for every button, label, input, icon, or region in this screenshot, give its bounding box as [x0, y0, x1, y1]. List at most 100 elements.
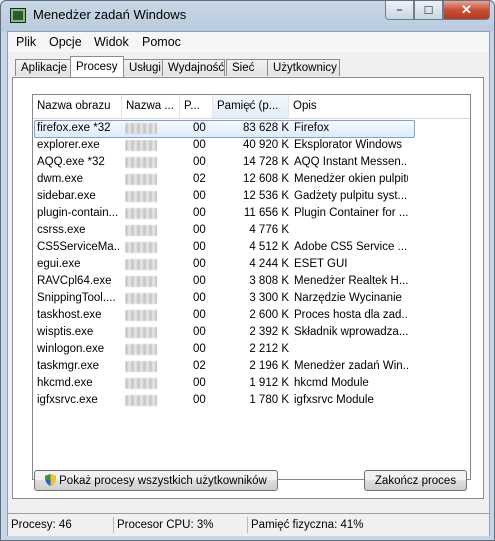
- menu-bar: Plik Opcje Widok Pomoc: [8, 32, 489, 52]
- process-memory: 2 600 K: [249, 309, 289, 321]
- column-cpu[interactable]: P...: [180, 95, 213, 118]
- process-row[interactable]: taskhost.exe 00 2 600 K Proces hosta dla za…: [33, 307, 470, 324]
- column-description[interactable]: Opis: [289, 95, 470, 118]
- process-user: [125, 189, 157, 204]
- process-memory: 1 912 K: [249, 377, 289, 389]
- redacted-user-blur: [125, 174, 157, 185]
- process-description: Proces hosta dla zad...: [294, 309, 408, 321]
- process-memory: 14 728 K: [242, 156, 289, 168]
- process-user: [125, 257, 157, 272]
- process-description: Adobe CS5 Service ...: [294, 241, 408, 253]
- status-processes: Procesy: 46: [8, 517, 114, 533]
- process-memory: 12 536 K: [242, 190, 289, 202]
- redacted-user-blur: [125, 378, 157, 389]
- process-user: [125, 342, 157, 357]
- process-row[interactable]: igfxsrvc.exe 00 1 780 K igfxsrvc Module: [33, 392, 470, 409]
- process-cpu: 00: [193, 241, 206, 253]
- process-list[interactable]: Nazwa obrazu Nazwa ... P... ▼ Pamięć (p.…: [32, 94, 471, 480]
- process-name: winlogon.exe: [37, 343, 105, 355]
- process-row[interactable]: RAVCpl64.exe 00 3 808 K Menedżer Realtek H.…: [33, 273, 470, 290]
- process-user: [125, 325, 157, 340]
- menu-view[interactable]: Widok: [94, 35, 129, 49]
- minimize-icon: ⎯: [396, 3, 403, 16]
- process-row[interactable]: wisptis.exe 00 2 392 K Składnik wprowadza..…: [33, 324, 470, 341]
- process-cpu: 00: [193, 326, 206, 338]
- process-row[interactable]: firefox.exe *32 00 83 628 K Firefox: [33, 120, 470, 138]
- process-cpu: 00: [193, 258, 206, 270]
- process-row[interactable]: taskmgr.exe 02 2 196 K Menedżer zadań Win..…: [33, 358, 470, 375]
- process-row[interactable]: explorer.exe 00 40 920 K Eksplorator Window…: [33, 137, 470, 154]
- list-header: Nazwa obrazu Nazwa ... P... ▼ Pamięć (p.…: [33, 95, 470, 119]
- process-cpu: 00: [193, 343, 206, 355]
- process-cpu: 00: [193, 156, 206, 168]
- tab-services[interactable]: Usługi: [123, 59, 163, 76]
- process-name: firefox.exe *32: [37, 122, 111, 134]
- client-area: Plik Opcje Widok Pomoc Aplikacje Procesy…: [7, 31, 490, 536]
- redacted-user-blur: [125, 344, 157, 355]
- process-cpu: 00: [193, 207, 206, 219]
- process-row[interactable]: hkcmd.exe 00 1 912 K hkcmd Module: [33, 375, 470, 392]
- process-row[interactable]: CS5ServiceMa... 00 4 512 K Adobe CS5 Servic…: [33, 239, 470, 256]
- process-row[interactable]: SnippingTool.... 00 3 300 K Narzędzie Wycin…: [33, 290, 470, 307]
- process-name: AQQ.exe *32: [37, 156, 105, 168]
- redacted-user-blur: [125, 140, 157, 151]
- process-user: [125, 206, 157, 221]
- minimize-button[interactable]: ⎯: [385, 1, 414, 20]
- redacted-user-blur: [125, 242, 157, 253]
- process-name: hkcmd.exe: [37, 377, 93, 389]
- process-row[interactable]: egui.exe 00 4 244 K ESET GUI: [33, 256, 470, 273]
- tab-processes[interactable]: Procesy: [70, 56, 124, 77]
- tab-applications[interactable]: Aplikacje: [15, 59, 71, 76]
- tab-users[interactable]: Użytkownicy: [267, 59, 340, 76]
- process-name: SnippingTool....: [37, 292, 116, 304]
- process-name: csrss.exe: [37, 224, 86, 236]
- menu-help[interactable]: Pomoc: [142, 35, 181, 49]
- process-description: Menedżer okien pulpitu: [294, 173, 408, 185]
- process-cpu: 02: [193, 360, 206, 372]
- process-memory: 4 244 K: [249, 258, 289, 270]
- column-image-name[interactable]: Nazwa obrazu: [33, 95, 122, 118]
- process-name: taskmgr.exe: [37, 360, 99, 372]
- redacted-user-blur: [125, 361, 157, 372]
- redacted-user-blur: [125, 259, 157, 270]
- process-row[interactable]: winlogon.exe 00 2 212 K: [33, 341, 470, 358]
- process-cpu: 00: [193, 190, 206, 202]
- process-description: Narzędzie Wycinanie: [294, 292, 402, 304]
- task-manager-icon: [10, 8, 26, 23]
- tab-network[interactable]: Sieć: [226, 59, 268, 76]
- process-row[interactable]: dwm.exe 02 12 608 K Menedżer okien pulpitu: [33, 171, 470, 188]
- end-process-button[interactable]: Zakończ proces: [364, 470, 467, 491]
- process-name: igfxsrvc.exe: [37, 394, 98, 406]
- process-memory: 40 920 K: [242, 139, 289, 151]
- process-user: [125, 393, 157, 408]
- process-cpu: 00: [193, 224, 206, 236]
- process-row[interactable]: sidebar.exe 00 12 536 K Gadżety pulpitu sys…: [33, 188, 470, 205]
- title-bar[interactable]: Menedżer zadań Windows ⎯ ☐ ✕: [1, 1, 494, 31]
- process-row[interactable]: plugin-contain... 00 11 656 K Plugin Contai…: [33, 205, 470, 222]
- process-name: dwm.exe: [37, 173, 84, 185]
- process-description: Eksplorator Windows: [294, 139, 403, 151]
- column-user-name[interactable]: Nazwa ...: [122, 95, 180, 118]
- process-name: plugin-contain...: [37, 207, 119, 219]
- redacted-user-blur: [125, 276, 157, 287]
- process-description: [294, 342, 408, 357]
- close-button[interactable]: ✕: [443, 1, 490, 20]
- process-row[interactable]: AQQ.exe *32 00 14 728 K AQQ Instant Messen.…: [33, 154, 470, 171]
- menu-options[interactable]: Opcje: [49, 35, 82, 49]
- show-all-processes-label: Pokaż procesy wszystkich użytkowników: [59, 475, 267, 487]
- show-all-processes-button[interactable]: Pokaż procesy wszystkich użytkowników: [34, 470, 278, 491]
- redacted-user-blur: [125, 191, 157, 202]
- column-memory[interactable]: ▼ Pamięć (p...: [213, 95, 289, 118]
- process-cpu: 02: [193, 173, 206, 185]
- process-name: explorer.exe: [37, 139, 100, 151]
- process-row[interactable]: csrss.exe 00 4 776 K: [33, 222, 470, 239]
- process-description: [294, 223, 408, 238]
- tab-performance[interactable]: Wydajność: [162, 59, 225, 76]
- menu-file[interactable]: Plik: [16, 35, 36, 49]
- maximize-button[interactable]: ☐: [414, 1, 443, 20]
- caption-buttons: ⎯ ☐ ✕: [385, 1, 490, 21]
- processes-page: Nazwa obrazu Nazwa ... P... ▼ Pamięć (p.…: [12, 77, 484, 499]
- process-memory: 1 780 K: [249, 394, 289, 406]
- status-memory: Pamięć fizyczna: 41%: [251, 519, 364, 531]
- close-icon: ✕: [461, 2, 472, 17]
